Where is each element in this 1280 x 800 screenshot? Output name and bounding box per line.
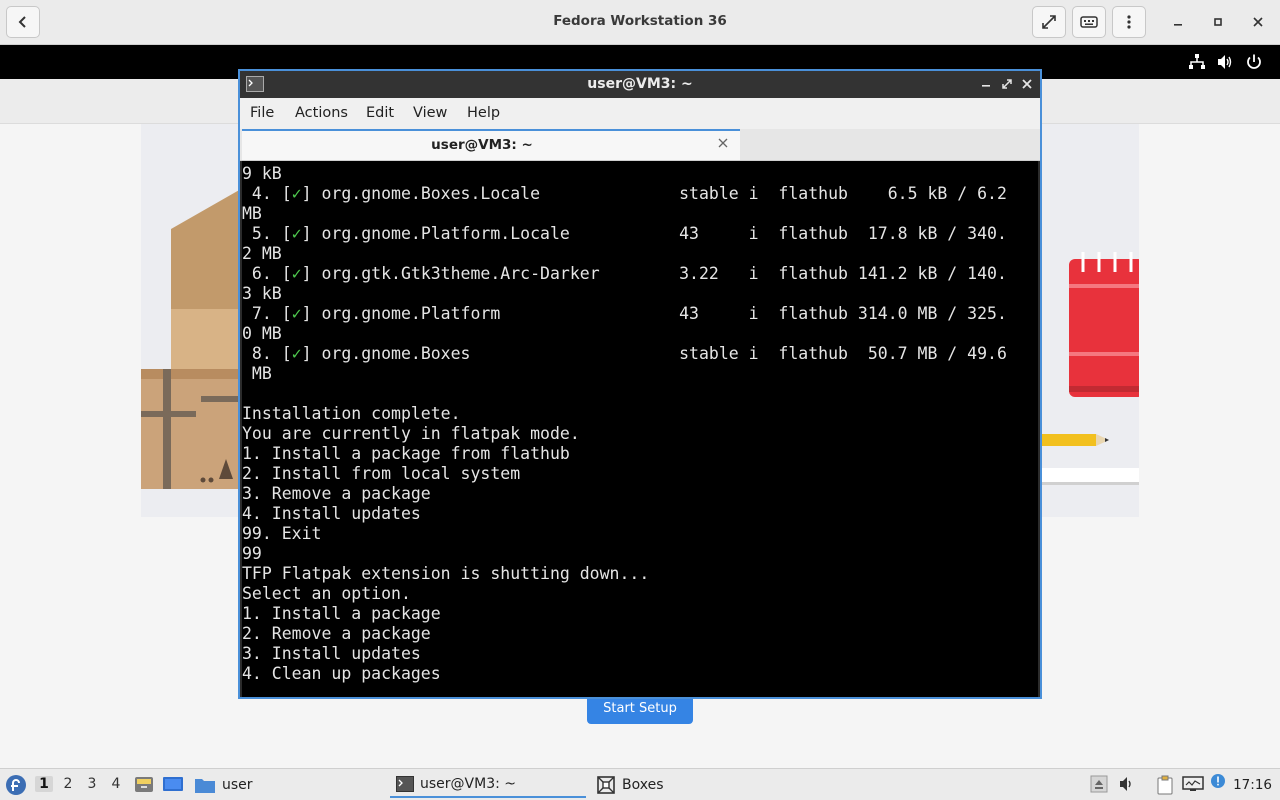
workspace-2[interactable]: 2 <box>59 776 77 792</box>
network-status-button[interactable] <box>1182 775 1204 797</box>
terminal-tab-label: user@VM3: ~ <box>431 137 533 153</box>
terminal-minimize-button[interactable] <box>978 76 994 92</box>
terminal-line: 3. Remove a package <box>242 484 431 503</box>
power-tray-button[interactable] <box>1245 53 1263 71</box>
workspace-3[interactable]: 3 <box>83 776 101 792</box>
back-button[interactable] <box>6 6 40 38</box>
terminal-line: 2. Remove a package <box>242 624 431 643</box>
install-row: 6. [✓] org.gtk.Gtk3theme.Arc-Darker 3.22… <box>242 264 1007 303</box>
keyboard-icon <box>1080 16 1098 28</box>
terminal-line: 4. Clean up packages <box>242 664 441 683</box>
menu-help[interactable]: Help <box>467 105 500 121</box>
close-icon <box>1022 79 1032 89</box>
notifications-button[interactable] <box>1210 773 1226 793</box>
terminal-line: 99. Exit <box>242 524 322 543</box>
maximize-window-button[interactable] <box>1206 10 1230 34</box>
task-terminal[interactable]: user@VM3: ~ <box>390 772 586 798</box>
terminal-tab[interactable]: user@VM3: ~ <box>242 129 740 160</box>
workspace-1[interactable]: 1 <box>35 776 53 792</box>
clipboard-button[interactable] <box>1156 775 1174 799</box>
terminal-tab-strip: user@VM3: ~ <box>240 129 1040 161</box>
power-icon <box>1247 54 1261 69</box>
menu-edit[interactable]: Edit <box>366 105 394 121</box>
terminal-line: 1. Install a package <box>242 604 441 623</box>
fedora-logo-icon <box>6 775 26 795</box>
terminal-icon <box>396 776 414 792</box>
maximize-icon <box>1214 18 1222 26</box>
checkmark-icon: ✓ <box>291 224 302 243</box>
network-tray-button[interactable] <box>1188 53 1206 71</box>
checkmark-icon: ✓ <box>291 304 302 323</box>
terminal-line: 2. Install from local system <box>242 464 521 483</box>
expand-icon <box>1042 15 1056 29</box>
close-icon <box>1253 17 1263 27</box>
network-monitor-icon <box>1182 776 1204 791</box>
task-user-folder[interactable]: user <box>194 772 253 798</box>
task-user-folder-label: user <box>222 777 253 793</box>
terminal-close-button[interactable] <box>1019 76 1035 92</box>
volume-icon <box>1218 55 1232 69</box>
terminal-menubar: File Actions Edit View Help <box>240 98 1040 129</box>
terminal-line: 3. Install updates <box>242 644 421 663</box>
boxes-icon <box>597 776 615 794</box>
menu-button[interactable] <box>1112 6 1146 38</box>
menu-file[interactable]: File <box>250 105 274 121</box>
checkmark-icon: ✓ <box>291 184 302 203</box>
tab-close-button[interactable] <box>718 136 728 152</box>
show-desktop-button[interactable] <box>162 775 184 797</box>
speaker-icon <box>1120 777 1131 791</box>
clipboard-icon <box>1157 775 1173 795</box>
desktop-icon <box>163 777 183 791</box>
terminal-window: user@VM3: ~ File Actions Edit View Help … <box>238 69 1042 699</box>
clock[interactable]: 17:16 <box>1233 777 1272 793</box>
keyboard-button[interactable] <box>1072 6 1106 38</box>
task-boxes[interactable]: Boxes <box>596 772 664 798</box>
terminal-line: Select an option. <box>242 584 411 603</box>
install-row: 7. [✓] org.gnome.Platform 43 i flathub 3… <box>242 304 1007 343</box>
fullscreen-button[interactable] <box>1032 6 1066 38</box>
terminal-line: 99 <box>242 544 262 563</box>
bottom-taskbar: 1 2 3 4 user user@VM3: ~ Boxes 17:16 <box>0 768 1280 800</box>
minimize-window-button[interactable] <box>1166 10 1190 34</box>
task-boxes-label: Boxes <box>622 777 664 793</box>
terminal-line: 9 kB <box>242 164 282 183</box>
terminal-output-text: 9 kB 4. [✓] org.gnome.Boxes.Locale stabl… <box>242 161 1038 684</box>
install-row: 8. [✓] org.gnome.Boxes stable i flathub … <box>242 344 1007 383</box>
terminal-line: 1. Install a package from flathub <box>242 444 570 463</box>
viewer-header-bar: Fedora Workstation 36 <box>0 0 1280 45</box>
terminal-line: Installation complete. <box>242 404 461 423</box>
scroll-tray-button[interactable] <box>1090 775 1108 797</box>
terminal-line: 4. Install updates <box>242 504 421 523</box>
network-icon <box>1189 54 1205 69</box>
minimize-icon <box>982 85 990 87</box>
terminal-titlebar[interactable]: user@VM3: ~ <box>240 71 1040 98</box>
workspace-4[interactable]: 4 <box>107 776 125 792</box>
notification-icon <box>1211 774 1225 788</box>
drawer-icon <box>135 777 153 792</box>
volume-tray-button[interactable] <box>1216 53 1234 71</box>
install-row: 5. [✓] org.gnome.Platform.Locale 43 i fl… <box>242 224 1007 263</box>
minimize-icon <box>1174 24 1182 26</box>
install-row: 4. [✓] org.gnome.Boxes.Locale stable i f… <box>242 184 1007 223</box>
terminal-title: user@VM3: ~ <box>587 76 693 92</box>
terminal-line: TFP Flatpak extension is shutting down..… <box>242 564 650 583</box>
terminal-maximize-button[interactable] <box>999 76 1015 92</box>
app-menu-button[interactable] <box>5 774 27 800</box>
terminal-line: You are currently in flatpak mode. <box>242 424 580 443</box>
terminal-output-area[interactable]: 9 kB 4. [✓] org.gnome.Boxes.Locale stabl… <box>242 161 1038 697</box>
menu-view[interactable]: View <box>413 105 447 121</box>
menu-actions[interactable]: Actions <box>295 105 348 121</box>
folder-icon <box>195 779 215 793</box>
task-terminal-label: user@VM3: ~ <box>420 776 516 792</box>
chevron-left-icon <box>18 16 26 28</box>
checkmark-icon: ✓ <box>291 264 302 283</box>
eject-icon <box>1090 775 1108 793</box>
close-window-button[interactable] <box>1246 10 1270 34</box>
close-icon <box>718 138 728 148</box>
kebab-menu-icon <box>1127 15 1131 29</box>
volume-button[interactable] <box>1118 775 1136 797</box>
checkmark-icon: ✓ <box>291 344 302 363</box>
maximize-icon <box>1002 79 1012 89</box>
file-manager-launcher[interactable] <box>134 775 154 797</box>
